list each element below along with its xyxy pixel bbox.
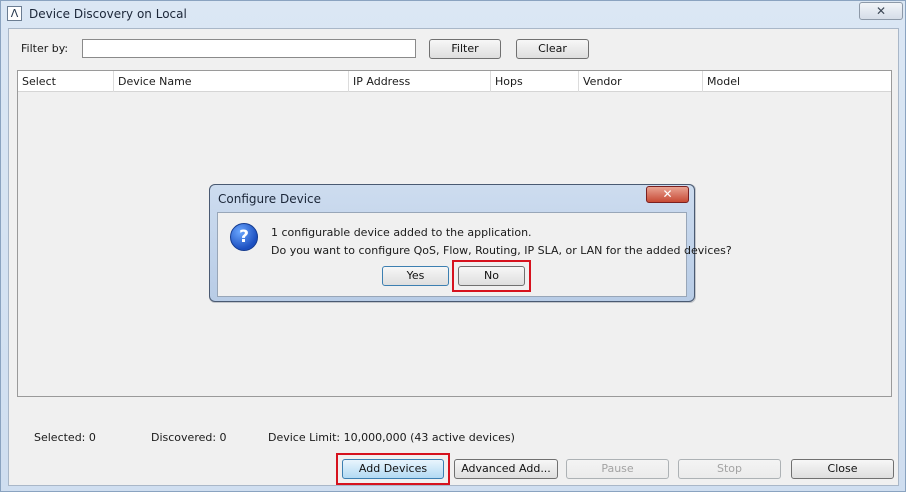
yes-button[interactable]: Yes [382, 266, 449, 286]
table-header: Select Device Name IP Address Hops Vendo… [18, 71, 891, 92]
clear-button[interactable]: Clear [516, 39, 589, 59]
title-bar[interactable]: Λ Device Discovery on Local ✕ [1, 1, 905, 27]
stop-button[interactable]: Stop [678, 459, 781, 479]
discovered-count: Discovered: 0 [151, 431, 227, 444]
no-button-highlight [452, 260, 531, 292]
dialog-message-line-2: Do you want to configure QoS, Flow, Rout… [271, 244, 732, 257]
column-header-device-name[interactable]: Device Name [114, 71, 349, 92]
add-devices-highlight [336, 453, 450, 485]
filter-button[interactable]: Filter [429, 39, 501, 59]
dialog-close-button[interactable]: ✕ [646, 186, 689, 203]
column-header-hops[interactable]: Hops [491, 71, 579, 92]
dialog-title: Configure Device [218, 192, 322, 206]
close-button[interactable]: Close [791, 459, 894, 479]
window-title: Device Discovery on Local [29, 7, 187, 21]
app-icon: Λ [7, 6, 22, 21]
pause-button[interactable]: Pause [566, 459, 669, 479]
filter-input[interactable] [82, 39, 416, 58]
dialog-body: ? 1 configurable device added to the app… [217, 212, 732, 297]
column-header-ip-address[interactable]: IP Address [349, 71, 491, 92]
column-header-vendor[interactable]: Vendor [579, 71, 703, 92]
column-header-select[interactable]: Select [18, 71, 114, 92]
dialog-message-line-1: 1 configurable device added to the appli… [271, 226, 532, 239]
question-icon: ? [230, 223, 258, 251]
selected-count: Selected: 0 [34, 431, 96, 444]
window-close-button[interactable]: ✕ [859, 2, 903, 20]
column-header-model[interactable]: Model [703, 71, 891, 92]
configure-device-dialog: Configure Device ✕ ? 1 configurable devi… [209, 184, 732, 302]
filter-label: Filter by: [21, 42, 69, 55]
advanced-add-button[interactable]: Advanced Add... [454, 459, 558, 479]
device-limit: Device Limit: 10,000,000 (43 active devi… [268, 431, 515, 444]
